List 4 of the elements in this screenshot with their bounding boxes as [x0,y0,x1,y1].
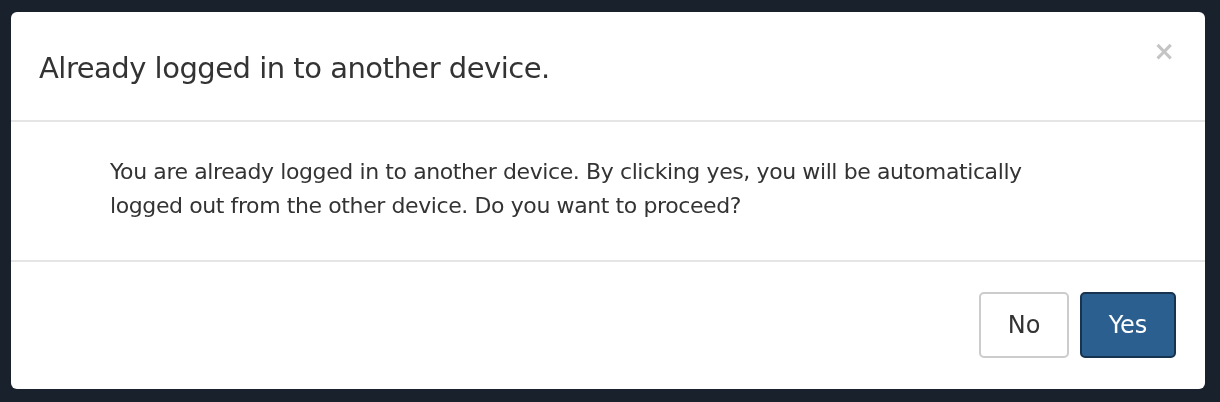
no-button[interactable]: No [979,292,1069,358]
yes-button[interactable]: Yes [1080,292,1176,358]
dialog-title: Already logged in to another device. [39,50,550,87]
dialog-message: You are already logged in to another device. By clicking yes, you will be automatically logged out from the other device. Do you want to proceed? [110,158,1023,220]
